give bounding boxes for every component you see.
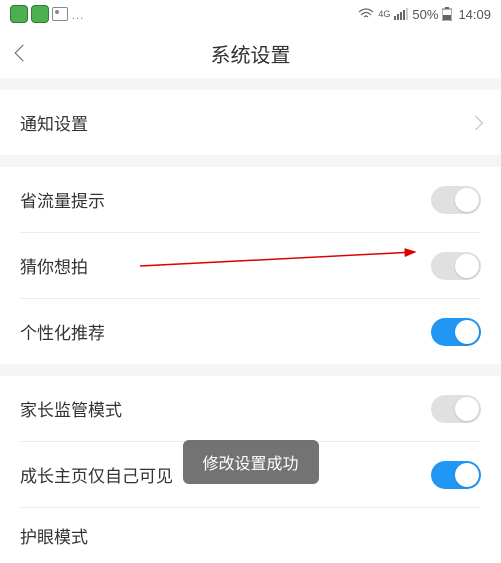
toggle-growth-private[interactable] [431,461,481,489]
signal-4g: 4G [378,9,390,19]
row-label: 家长监管模式 [20,396,431,421]
section-gap [0,364,501,376]
wifi-icon [358,8,374,20]
chevron-left-icon [15,45,32,62]
toggle-data-saver[interactable] [431,186,481,214]
status-bar: … 4G 50% 14:09 [0,0,501,28]
row-label: 猜你想拍 [20,253,431,278]
status-left: … [10,5,84,23]
row-personalized: 个性化推荐 [0,299,501,364]
toggle-personalized[interactable] [431,318,481,346]
status-right: 4G 50% 14:09 [358,7,491,22]
row-eye-care: 护眼模式 [0,508,501,563]
picture-icon [52,7,68,21]
row-data-saver: 省流量提示 [0,167,501,232]
battery-percent: 50% [412,7,438,22]
row-label: 省流量提示 [20,187,431,212]
section-gap [0,78,501,90]
chevron-right-icon [469,115,483,129]
toggle-parental[interactable] [431,395,481,423]
header: 系统设置 [0,28,501,78]
signal-icon [394,8,408,20]
back-button[interactable] [0,28,40,78]
row-guess-shoot: 猜你想拍 [0,233,501,298]
row-parental: 家长监管模式 [0,376,501,441]
row-label: 通知设置 [20,110,471,135]
app-icon-2 [31,5,49,23]
clock: 14:09 [458,7,491,22]
row-notification-settings[interactable]: 通知设置 [0,90,501,155]
row-label: 护眼模式 [20,523,481,548]
status-more: … [71,7,84,22]
toggle-guess-shoot[interactable] [431,252,481,280]
app-icon-1 [10,5,28,23]
toast: 修改设置成功 [182,440,318,484]
battery-icon [442,7,452,21]
page-title: 系统设置 [211,39,291,68]
section-gap [0,155,501,167]
row-label: 个性化推荐 [20,319,431,344]
